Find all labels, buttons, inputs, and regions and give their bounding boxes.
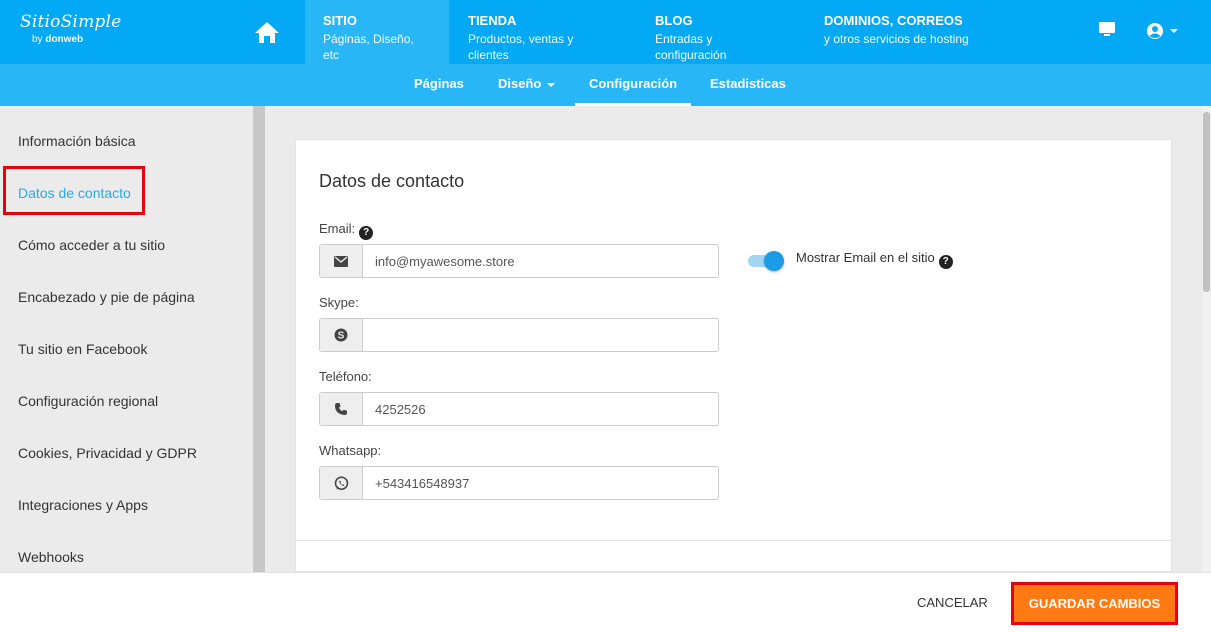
sub-nav: Páginas Diseño Configuración Estadistica… — [0, 64, 1211, 106]
skype-field-group: S — [319, 318, 719, 352]
contact-card: Datos de contacto Email:? Mostrar Email … — [295, 139, 1172, 572]
whatsapp-input[interactable] — [363, 467, 718, 499]
help-icon[interactable]: ? — [938, 255, 953, 269]
show-email-label: Mostrar Email en el sitio? — [796, 250, 953, 269]
email-field-group — [319, 244, 719, 278]
sidebar-item-facebook[interactable]: Tu sitio en Facebook — [18, 341, 147, 357]
top-bar: SitioSimple by donweb SITIO Páginas, Dis… — [0, 0, 1211, 64]
scrollbar[interactable] — [1202, 106, 1211, 572]
scrollbar-thumb[interactable] — [1203, 112, 1210, 292]
footer-bar: CANCELAR GUARDAR CAMBIOS — [0, 572, 1211, 632]
highlight-box — [3, 166, 145, 215]
logo-text: SitioSimple — [20, 12, 122, 32]
desktop-preview-icon[interactable] — [1098, 20, 1120, 42]
sidebar-item-informacion-basica[interactable]: Información básica — [18, 133, 136, 149]
whatsapp-icon — [320, 467, 363, 499]
save-button[interactable]: GUARDAR CAMBIOS — [1011, 582, 1178, 625]
show-email-toggle[interactable] — [748, 251, 784, 271]
phone-field-group — [319, 392, 719, 426]
sidebar-item-encabezado[interactable]: Encabezado y pie de página — [18, 289, 195, 305]
topnav-dominios[interactable]: DOMINIOS, CORREOS y otros servicios de h… — [806, 0, 996, 64]
phone-input[interactable] — [363, 393, 718, 425]
card-divider — [296, 540, 1171, 541]
help-icon[interactable]: ? — [359, 226, 374, 240]
topnav-blog[interactable]: BLOG Entradas y configuración — [637, 0, 805, 64]
skype-input[interactable] — [363, 319, 718, 351]
caret-down-icon — [547, 82, 556, 87]
phone-icon — [320, 393, 363, 425]
envelope-icon — [320, 245, 363, 277]
skype-label: Skype: — [319, 295, 359, 310]
subnav-diseno[interactable]: Diseño — [484, 64, 569, 106]
sidebar-item-webhooks[interactable]: Webhooks — [18, 549, 84, 565]
subnav-configuracion[interactable]: Configuración — [575, 64, 692, 106]
page-title: Datos de contacto — [319, 171, 465, 191]
sidebar-item-integraciones[interactable]: Integraciones y Apps — [18, 497, 148, 513]
user-circle-icon — [1147, 23, 1163, 39]
email-label: Email:? — [319, 221, 374, 240]
chevron-down-icon — [1170, 29, 1178, 33]
subnav-estadisticas[interactable]: Estadisticas — [696, 64, 800, 106]
topnav-tienda[interactable]: TIENDA Productos, ventas y clientes — [450, 0, 635, 64]
whatsapp-field-group — [319, 466, 719, 500]
skype-icon: S — [320, 319, 363, 351]
phone-label: Teléfono: — [319, 369, 372, 384]
subnav-paginas[interactable]: Páginas — [400, 64, 478, 106]
logo[interactable]: SitioSimple by donweb — [20, 12, 130, 52]
sidebar-item-como-acceder[interactable]: Cómo acceder a tu sitio — [18, 237, 165, 253]
svg-text:S: S — [338, 331, 345, 342]
whatsapp-label: Whatsapp: — [319, 443, 382, 458]
sidebar-divider — [253, 106, 265, 572]
topnav-sitio[interactable]: SITIO Páginas, Diseño, etc — [305, 0, 449, 64]
cancel-button[interactable]: CANCELAR — [905, 590, 1000, 616]
sidebar-item-cookies[interactable]: Cookies, Privacidad y GDPR — [18, 445, 197, 461]
logo-subtext: by donweb — [32, 34, 84, 45]
user-menu[interactable] — [1146, 20, 1180, 42]
sidebar-item-regional[interactable]: Configuración regional — [18, 393, 158, 409]
home-icon[interactable] — [247, 16, 287, 48]
email-input[interactable] — [363, 245, 718, 277]
